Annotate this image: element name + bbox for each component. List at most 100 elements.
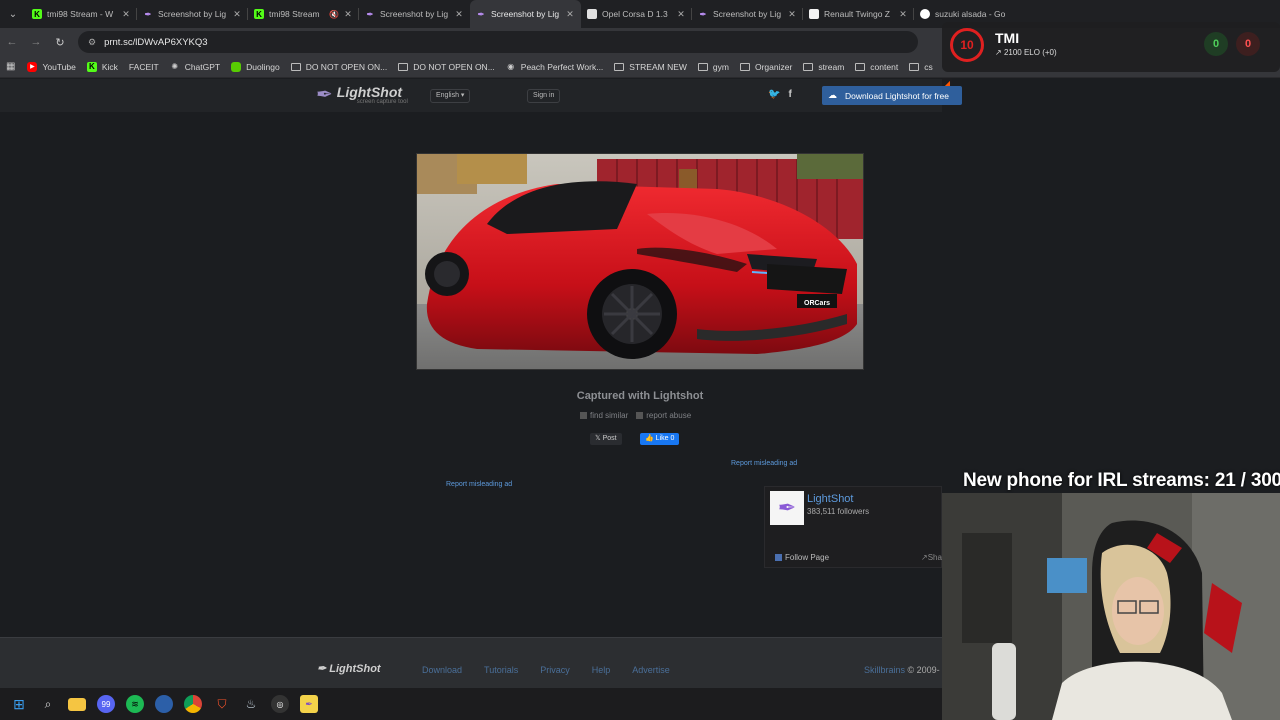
fb-like-button[interactable]: 👍 Like 0 (640, 433, 680, 445)
lightshot-footer: ✒ LightShot Download Tutorials Privacy H… (0, 637, 942, 688)
footer-copyright: Skillbrains © 2009- (864, 665, 940, 675)
faceit-nickname: TMI (995, 30, 1020, 46)
tab-search-chevron-icon[interactable]: ⌄ (0, 0, 26, 28)
lightshot-feather-logo-icon[interactable]: ✒ (770, 491, 804, 525)
folder-icon (909, 62, 920, 71)
renault-icon (809, 9, 819, 19)
twitter-icon[interactable]: 🐦 (768, 89, 780, 100)
tab-3[interactable]: ✒ Screenshot by Lig ✕ (359, 0, 470, 28)
bookmark-folder[interactable]: stream (803, 62, 844, 72)
tab-title: Screenshot by Lig (380, 9, 449, 19)
report-misleading-ad-link[interactable]: Report misleading ad (446, 481, 512, 488)
close-icon[interactable]: ✕ (787, 9, 797, 20)
streamer-webcam-image (942, 493, 1280, 720)
spotify-icon[interactable]: ≋ (126, 695, 144, 713)
address-bar[interactable]: ⚙ prnt.sc/lDWvAP6XYKQ3 (78, 31, 918, 53)
search-icon[interactable]: ⌕ (39, 695, 57, 713)
tab-1[interactable]: ✒ Screenshot by Lig ✕ (137, 0, 248, 28)
tab-6[interactable]: ✒ Screenshot by Lig ✕ (692, 0, 803, 28)
tab-2[interactable]: K tmi98 Stream 🔇 ✕ (248, 0, 359, 28)
brave-icon[interactable]: ⛉ (213, 695, 231, 713)
follow-label: Follow Page (785, 553, 830, 562)
tab-0[interactable]: K tmi98 Stream - W ✕ (26, 0, 137, 28)
lightshot-header: ✒ LightShot screen capture tool English … (0, 79, 962, 112)
forward-arrow-icon[interactable]: → (24, 28, 48, 56)
bookmark-peach[interactable]: ◉ Peach Perfect Work... (506, 62, 603, 72)
bookmark-folder[interactable]: DO NOT OPEN ON... (398, 62, 495, 72)
bookmark-label: FACEIT (128, 61, 159, 72)
report-abuse-label: report abuse (646, 411, 692, 420)
facebook-icon (775, 554, 782, 561)
bookmark-label: stream (818, 61, 845, 72)
x-post-button[interactable]: 𝕏 Post (590, 433, 622, 445)
bookmark-folder[interactable]: STREAM NEW (614, 62, 687, 72)
close-icon[interactable]: ✕ (121, 9, 131, 20)
bookmark-kick[interactable]: K Kick (86, 61, 118, 72)
thumbs-up-icon: 👍 (645, 435, 654, 442)
tab-title: suzuki alsada - Go (935, 9, 1006, 19)
find-similar-link[interactable]: find similar (580, 411, 628, 420)
screenshot-image[interactable]: ORCars (416, 153, 864, 370)
sign-in-button[interactable]: Sign in (527, 89, 561, 103)
bookmark-folder[interactable]: gym (697, 61, 729, 72)
close-icon[interactable]: ✕ (898, 9, 908, 20)
app-icon[interactable] (155, 695, 173, 713)
find-similar-label: find similar (590, 411, 629, 420)
bookmark-youtube[interactable]: ▶ YouTube (27, 61, 76, 72)
bookmark-folder[interactable]: content (855, 62, 898, 72)
tab-4-active[interactable]: ✒ Screenshot by Lig ✕ (470, 0, 581, 28)
close-icon[interactable]: ✕ (565, 9, 575, 20)
apps-grid-icon[interactable]: ▦ (6, 61, 15, 72)
file-explorer-icon[interactable] (68, 697, 86, 711)
bookmark-faceit[interactable]: ◢ FACEIT (128, 61, 952, 88)
kick-icon: K (32, 9, 42, 19)
close-icon[interactable]: ✕ (454, 9, 464, 20)
youtube-icon: ▶ (27, 61, 38, 72)
close-icon[interactable]: ✕ (232, 9, 242, 20)
facebook-icon[interactable]: f (788, 89, 791, 100)
discord-icon[interactable]: 99 (97, 695, 115, 713)
muted-speaker-icon[interactable]: 🔇 (329, 10, 339, 19)
elo-text: 2100 ELO (+0) (1003, 48, 1057, 57)
bookmark-chatgpt[interactable]: ✺ ChatGPT (170, 62, 220, 72)
lightshot-logo[interactable]: ✒ LightShot screen capture tool (316, 85, 408, 105)
chrome-icon[interactable] (184, 695, 202, 713)
bookmark-folder[interactable]: Organizer (739, 62, 792, 72)
report-abuse-link[interactable]: report abuse (636, 411, 691, 420)
close-icon[interactable]: ✕ (343, 9, 353, 20)
folder-icon (398, 62, 409, 71)
footer-link-help[interactable]: Help (592, 665, 611, 675)
tab-title: tmi98 Stream - W (47, 9, 114, 19)
site-info-icon[interactable]: ⚙ (88, 37, 96, 48)
windows-taskbar: ⊞ ⌕ 99 ≋ ⛉ ♨ ◎ ✒ (0, 688, 942, 720)
bookmark-folder[interactable]: cs (909, 62, 933, 72)
bookmark-label: Kick (101, 61, 118, 72)
tab-title: Screenshot by Lig (713, 9, 782, 19)
lightshot-app-icon[interactable]: ✒ (300, 695, 318, 713)
bookmark-label: content (870, 61, 899, 72)
share-button[interactable]: ↗Sha (921, 553, 942, 562)
footer-link-advertise[interactable]: Advertise (632, 665, 670, 675)
close-icon[interactable]: ✕ (676, 9, 686, 20)
report-misleading-ad-link[interactable]: Report misleading ad (731, 460, 797, 467)
steam-icon[interactable]: ♨ (242, 695, 260, 713)
back-arrow-icon[interactable]: ← (0, 28, 24, 56)
bookmark-duolingo[interactable]: Duolingo (231, 61, 280, 72)
footer-logo[interactable]: ✒ LightShot (317, 662, 381, 675)
tab-7[interactable]: Renault Twingo Z ✕ (803, 0, 914, 28)
bookmark-label: YouTube (42, 61, 76, 72)
windows-start-icon[interactable]: ⊞ (10, 695, 28, 713)
fb-page-name[interactable]: LightShot (807, 493, 853, 505)
reload-icon[interactable]: ↻ (48, 28, 72, 56)
bookmark-label: gym (712, 61, 729, 72)
footer-link-privacy[interactable]: Privacy (540, 665, 570, 675)
language-select[interactable]: English ▾ (430, 89, 471, 103)
tab-5[interactable]: Opel Corsa D 1.3 ✕ (581, 0, 692, 28)
bookmark-folder[interactable]: DO NOT OPEN ON... (290, 62, 387, 72)
download-lightshot-button[interactable]: ☁ Download Lightshot for free (822, 86, 962, 105)
footer-brand-link[interactable]: Skillbrains (864, 665, 905, 675)
obs-icon[interactable]: ◎ (271, 695, 289, 713)
footer-link-download[interactable]: Download (422, 665, 462, 675)
footer-link-tutorials[interactable]: Tutorials (484, 665, 518, 675)
follow-page-button[interactable]: Follow Page (775, 553, 829, 562)
